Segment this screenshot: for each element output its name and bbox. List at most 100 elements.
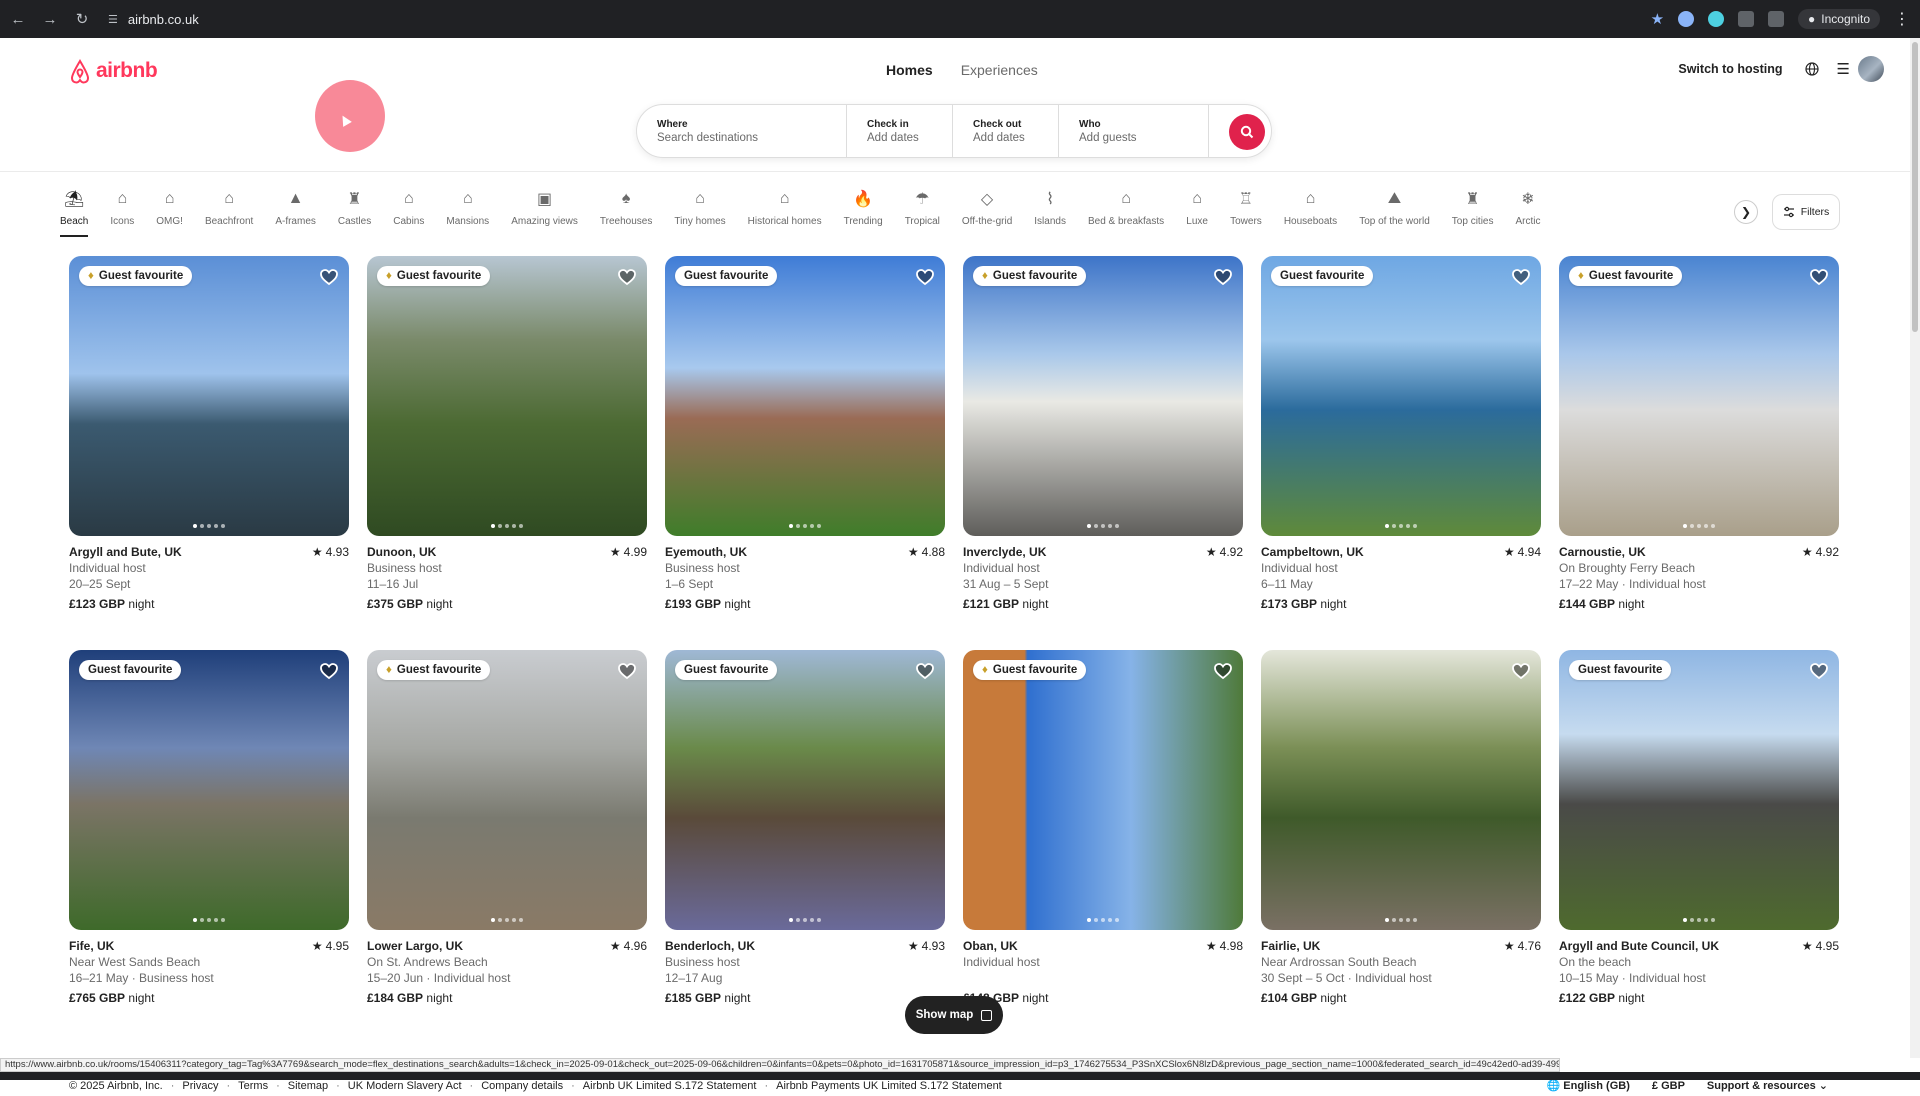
pagination-dot[interactable] xyxy=(207,524,211,528)
user-menu-button[interactable]: ☰ xyxy=(1837,56,1884,82)
wishlist-heart-icon[interactable] xyxy=(1213,661,1233,681)
pagination-dot[interactable] xyxy=(1711,918,1715,922)
pagination-dot[interactable] xyxy=(1690,918,1694,922)
category-next-button[interactable]: ❯ xyxy=(1734,200,1758,224)
browser-menu-icon[interactable]: ⋮ xyxy=(1894,9,1910,29)
pagination-dot[interactable] xyxy=(200,524,204,528)
pagination-dot[interactable] xyxy=(498,918,502,922)
photo-pagination-dots[interactable] xyxy=(1385,524,1417,528)
show-map-button[interactable]: Show map xyxy=(905,996,1003,1034)
category-beach[interactable]: ⛱ Beach xyxy=(60,188,89,237)
category-trending[interactable]: 🔥 Trending xyxy=(844,188,883,237)
pagination-dot[interactable] xyxy=(1683,918,1687,922)
pagination-dot[interactable] xyxy=(1683,524,1687,528)
pagination-dot[interactable] xyxy=(1115,918,1119,922)
pagination-dot[interactable] xyxy=(1399,918,1403,922)
pagination-dot[interactable] xyxy=(200,918,204,922)
category-cabins[interactable]: ⌂ Cabins xyxy=(393,188,424,237)
search-who[interactable]: Who Add guests xyxy=(1059,105,1209,157)
pagination-dot[interactable] xyxy=(1094,524,1098,528)
category-omg[interactable]: ⌂ OMG! xyxy=(156,188,183,237)
pagination-dot[interactable] xyxy=(1406,918,1410,922)
pagination-dot[interactable] xyxy=(810,918,814,922)
category-islands[interactable]: ⌇ Islands xyxy=(1034,188,1066,237)
page-scrollbar[interactable] xyxy=(1910,38,1920,1058)
filters-button[interactable]: Filters xyxy=(1772,194,1840,230)
listing-card[interactable]: ♦ Guest favourite Lower Largo, UK ★ 4.96 On S… xyxy=(367,650,647,1014)
pagination-dot[interactable] xyxy=(505,524,509,528)
listing-photo[interactable]: ♦ Guest favourite xyxy=(69,256,349,536)
listing-photo[interactable]: ♦ Guest favourite xyxy=(963,650,1243,930)
currency-selector[interactable]: £ GBP xyxy=(1652,1080,1685,1092)
pagination-dot[interactable] xyxy=(1704,524,1708,528)
extension-drop-icon[interactable] xyxy=(1708,11,1725,27)
forward-icon[interactable]: → xyxy=(36,5,64,33)
reload-icon[interactable]: ↻ xyxy=(68,5,96,33)
listing-card[interactable]: Guest favourite Eyemouth, UK ★ 4.88 Business… xyxy=(665,256,945,620)
photo-pagination-dots[interactable] xyxy=(1087,918,1119,922)
category-castles[interactable]: ♜ Castles xyxy=(338,188,371,237)
listing-card[interactable]: ♦ Guest favourite Inverclyde, UK ★ 4.92 Indiv… xyxy=(963,256,1243,620)
pagination-dot[interactable] xyxy=(1385,524,1389,528)
pagination-dot[interactable] xyxy=(491,918,495,922)
pagination-dot[interactable] xyxy=(810,524,814,528)
pagination-dot[interactable] xyxy=(221,524,225,528)
pagination-dot[interactable] xyxy=(1087,918,1091,922)
language-selector[interactable]: 🌐 English (GB) xyxy=(1547,1079,1630,1092)
photo-pagination-dots[interactable] xyxy=(789,918,821,922)
photo-pagination-dots[interactable] xyxy=(1683,524,1715,528)
pagination-dot[interactable] xyxy=(789,524,793,528)
pagination-dot[interactable] xyxy=(1108,918,1112,922)
bookmark-star-icon[interactable]: ★ xyxy=(1651,10,1664,28)
category-tiny-homes[interactable]: ⌂ Tiny homes xyxy=(674,188,725,237)
pagination-dot[interactable] xyxy=(1704,918,1708,922)
pagination-dot[interactable] xyxy=(1385,918,1389,922)
search-check-in[interactable]: Check in Add dates xyxy=(847,105,953,157)
category-arctic[interactable]: ❄ Arctic xyxy=(1515,188,1540,237)
pagination-dot[interactable] xyxy=(1690,524,1694,528)
pagination-dot[interactable] xyxy=(1697,524,1701,528)
pagination-dot[interactable] xyxy=(519,918,523,922)
pagination-dot[interactable] xyxy=(221,918,225,922)
wishlist-heart-icon[interactable] xyxy=(915,267,935,287)
category-historical-homes[interactable]: ⌂ Historical homes xyxy=(748,188,822,237)
search-where[interactable]: Where Search destinations xyxy=(637,105,847,157)
pagination-dot[interactable] xyxy=(512,918,516,922)
pagination-dot[interactable] xyxy=(505,918,509,922)
listing-card[interactable]: Guest favourite Fife, UK ★ 4.95 Near West Sa… xyxy=(69,650,349,1014)
pagination-dot[interactable] xyxy=(817,524,821,528)
listing-photo[interactable]: Guest favourite xyxy=(69,650,349,930)
extension-shield-icon[interactable] xyxy=(1678,11,1695,27)
footer-link[interactable]: Sitemap xyxy=(288,1080,328,1092)
category-a-frames[interactable]: ▲ A-frames xyxy=(275,188,316,237)
pagination-dot[interactable] xyxy=(1108,524,1112,528)
category-bed-breakfasts[interactable]: ⌂ Bed & breakfasts xyxy=(1088,188,1164,237)
pagination-dot[interactable] xyxy=(207,918,211,922)
wishlist-heart-icon[interactable] xyxy=(1809,267,1829,287)
category-icons[interactable]: ⌂ Icons xyxy=(110,188,134,237)
category-luxe[interactable]: ⌂ Luxe xyxy=(1186,188,1208,237)
pagination-dot[interactable] xyxy=(796,918,800,922)
tab-homes[interactable]: Homes xyxy=(886,62,933,78)
globe-icon[interactable] xyxy=(1801,58,1823,80)
back-icon[interactable]: ← xyxy=(4,5,32,33)
listing-photo[interactable]: Guest favourite xyxy=(665,256,945,536)
photo-pagination-dots[interactable] xyxy=(193,918,225,922)
category-top-cities[interactable]: ♜ Top cities xyxy=(1452,188,1494,237)
listing-card[interactable]: ♦ Guest favourite Dunoon, UK ★ 4.99 Business … xyxy=(367,256,647,620)
wishlist-heart-icon[interactable] xyxy=(1511,661,1531,681)
site-info-icon[interactable]: ☰ xyxy=(108,13,118,26)
photo-pagination-dots[interactable] xyxy=(193,524,225,528)
category-beachfront[interactable]: ⌂ Beachfront xyxy=(205,188,253,237)
pagination-dot[interactable] xyxy=(491,524,495,528)
tab-experiences[interactable]: Experiences xyxy=(961,62,1038,78)
scrollbar-thumb[interactable] xyxy=(1912,42,1918,332)
footer-link[interactable]: UK Modern Slavery Act xyxy=(348,1080,462,1092)
pagination-dot[interactable] xyxy=(498,524,502,528)
support-resources-button[interactable]: Support & resources ⌄ xyxy=(1707,1079,1828,1092)
listing-photo[interactable] xyxy=(1261,650,1541,930)
pagination-dot[interactable] xyxy=(1711,524,1715,528)
pagination-dot[interactable] xyxy=(1115,524,1119,528)
wishlist-heart-icon[interactable] xyxy=(1809,661,1829,681)
photo-pagination-dots[interactable] xyxy=(491,918,523,922)
